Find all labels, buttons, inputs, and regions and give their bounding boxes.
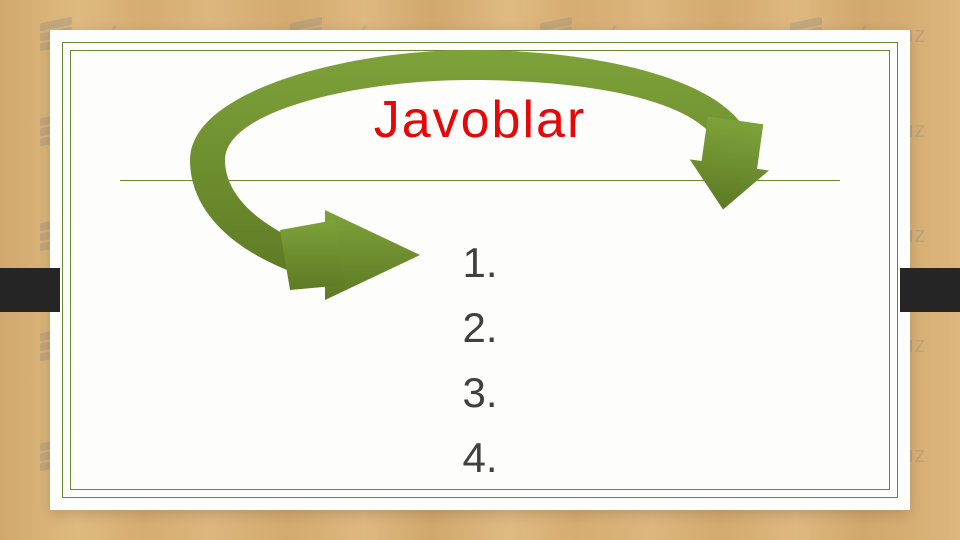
list-item: 1. xyxy=(50,230,910,295)
list-item: 3. xyxy=(50,360,910,425)
list-item: 2. xyxy=(50,295,910,360)
list-item: 4. xyxy=(50,425,910,490)
slide-title: Javoblar xyxy=(100,90,860,150)
slide-card: Javoblar 1. 2. 3. 4. xyxy=(50,30,910,510)
numbered-list: 1. 2. 3. 4. xyxy=(50,230,910,490)
